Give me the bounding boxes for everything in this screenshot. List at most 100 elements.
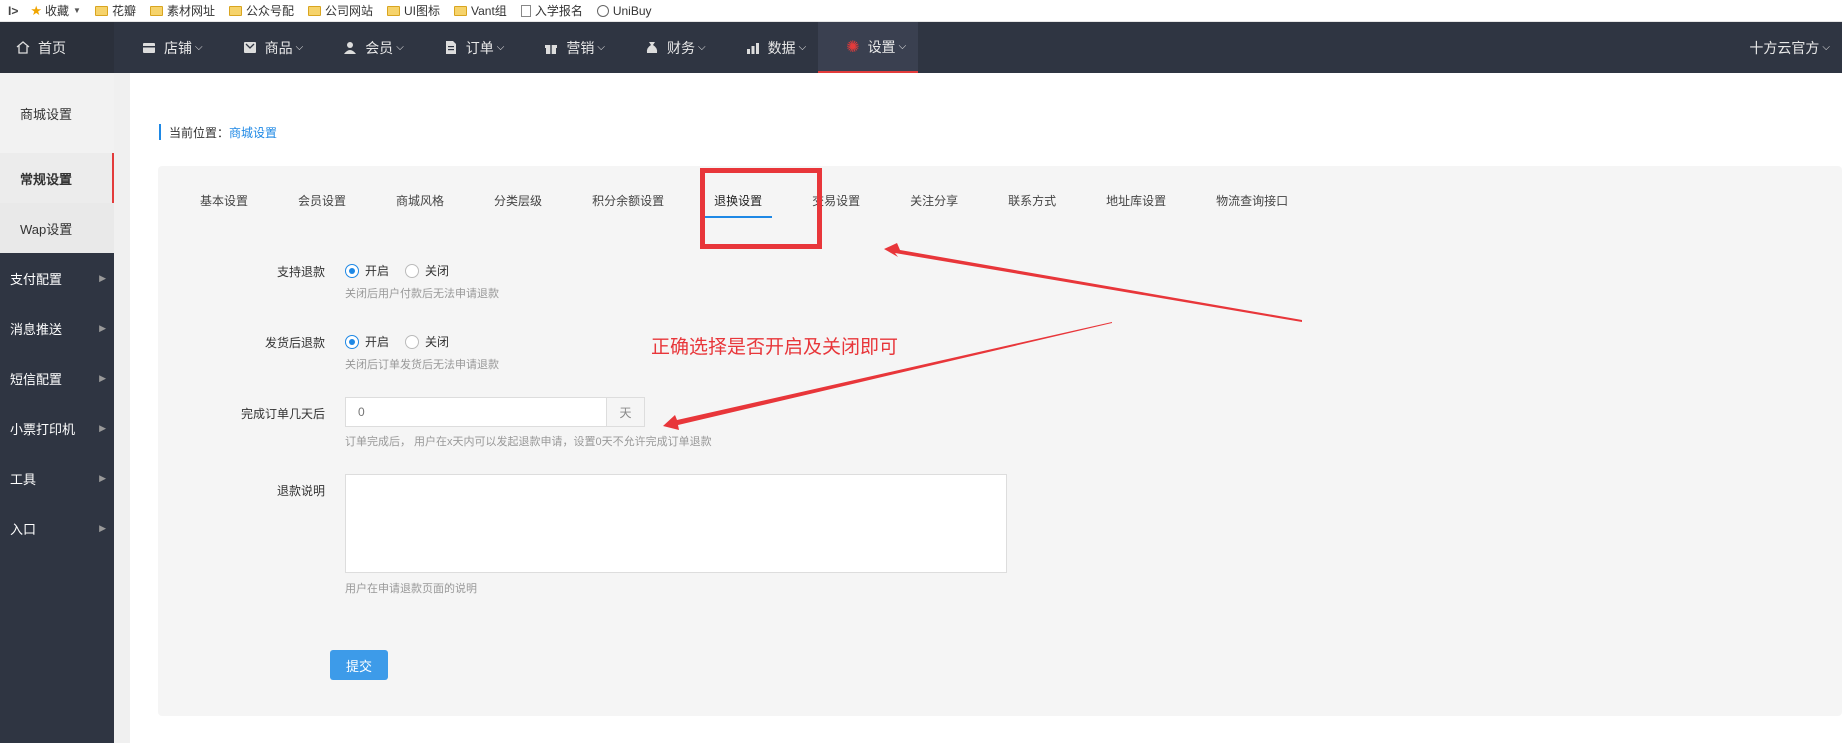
bookmarks-bar: I> ★ 收藏 ▼ 花瓣 素材网址 公众号配 公司网站 UI图标 Vant组 入…: [0, 0, 1842, 22]
gift-icon: [545, 45, 558, 54]
sidebar-group-label: 工具: [10, 471, 37, 487]
desc-label: 退款说明: [276, 484, 325, 498]
bookmark-label: 公司网站: [324, 4, 373, 18]
content-gutter: [114, 73, 130, 743]
sidebar-item-wap-settings[interactable]: Wap设置: [0, 203, 114, 253]
refund-on-radio[interactable]: [345, 263, 359, 278]
chevron-down-icon: ⌵: [295, 42, 304, 53]
bookmark-label: 入学报名: [534, 4, 583, 18]
refund-off-radio[interactable]: [405, 263, 420, 278]
user-icon: [344, 42, 357, 54]
nav-store[interactable]: 店铺 ⌵: [114, 22, 215, 73]
nav-label: 营销: [566, 39, 595, 56]
desc-textarea[interactable]: [345, 474, 1007, 573]
breadcrumb: 当前位置： 商城设置: [159, 124, 277, 140]
chevron-down-icon: ⌵: [1822, 42, 1830, 53]
bookmark-label: UniBuy: [612, 3, 652, 18]
folder-icon: [387, 5, 400, 16]
folder-icon: [228, 5, 242, 16]
nav-data[interactable]: 数据 ⌵: [718, 22, 819, 73]
nav-label: 财务: [666, 39, 695, 56]
gear-icon: ✺: [846, 38, 860, 56]
days-hint: 订单完成后， 用户在x天内可以发起退款申请，设置0天不允许完成订单退款: [345, 436, 712, 448]
nav-label: 订单: [465, 39, 494, 56]
tab-contact[interactable]: 联系方式: [1008, 182, 1056, 218]
top-navigation: 首页 店铺 ⌵ 商品 ⌵ 会员 ⌵ 订单 ⌵ 营销 ⌵ 财务 ⌵ 数据 ⌵ ✺ 设置 ⌵ 十方云…: [0, 22, 1842, 73]
tab-basic[interactable]: 基本设置: [200, 182, 248, 218]
caret-right-icon: ▶: [99, 522, 106, 533]
sidebar-group-sms[interactable]: 短信配置 ▶: [0, 353, 114, 403]
desc-hint: 用户在申请退款页面的说明: [345, 583, 477, 595]
sidebar-group-messages[interactable]: 消息推送 ▶: [0, 303, 114, 353]
annotation-text: 正确选择是否开启及关闭即可: [651, 337, 899, 358]
sidebar-item-label: 常规设置: [20, 171, 73, 187]
nav-order[interactable]: 订单 ⌵: [416, 22, 517, 73]
home-icon: [16, 41, 30, 54]
nav-goods[interactable]: 商品 ⌵: [215, 22, 316, 73]
sidebar-group-tools[interactable]: 工具 ▶: [0, 453, 114, 503]
chevron-down-icon: ⌵: [396, 42, 404, 53]
tab-category[interactable]: 分类层级: [494, 182, 542, 218]
goods-icon: [243, 42, 256, 53]
radio-label[interactable]: 开启: [365, 262, 389, 279]
nav-member[interactable]: 会员 ⌵: [315, 22, 416, 73]
bookmark-folder[interactable]: UI图标: [387, 2, 440, 19]
account-menu[interactable]: 十方云官方 ⌵: [1749, 22, 1842, 73]
ship-refund-off-radio[interactable]: [405, 334, 420, 349]
bookmark-page[interactable]: UniBuy: [596, 3, 652, 18]
radio-label[interactable]: 开启: [365, 333, 389, 350]
document-icon: [520, 4, 531, 17]
tab-address[interactable]: 地址库设置: [1106, 182, 1166, 218]
folder-icon: [454, 5, 468, 16]
nav-marketing[interactable]: 营销 ⌵: [516, 22, 617, 73]
star-icon: ★: [30, 2, 42, 18]
nav-finance[interactable]: 财务 ⌵: [617, 22, 718, 73]
caret-down-icon: ▼: [73, 6, 81, 15]
chevron-down-icon: ⌵: [496, 42, 505, 53]
tab-style[interactable]: 商城风格: [396, 182, 444, 218]
breadcrumb-link[interactable]: 商城设置: [229, 124, 277, 141]
folder-icon: [149, 5, 163, 16]
refund-label: 支持退款: [276, 265, 325, 279]
bookmark-favorites[interactable]: ★ 收藏 ▼: [30, 2, 81, 19]
bookmark-label: Vant组: [471, 4, 507, 18]
refund-hint: 关闭后用户付款后无法申请退款: [345, 288, 499, 300]
bookmark-folder[interactable]: 花瓣: [94, 2, 136, 19]
radio-label[interactable]: 关闭: [425, 333, 449, 350]
tab-member[interactable]: 会员设置: [298, 182, 346, 218]
bookmark-label: 素材网址: [166, 4, 215, 18]
order-icon: [445, 41, 456, 54]
caret-right-icon: ▶: [99, 472, 106, 483]
ship-refund-on-radio[interactable]: [345, 334, 359, 349]
sidebar-group-printer[interactable]: 小票打印机 ▶: [0, 403, 114, 453]
tab-points[interactable]: 积分余额设置: [592, 182, 664, 218]
bookmark-folder[interactable]: 素材网址: [149, 2, 215, 19]
tab-logistics[interactable]: 物流查询接口: [1216, 182, 1288, 218]
submit-button[interactable]: 提交: [330, 650, 388, 680]
bar-chart-icon: [746, 43, 759, 54]
sidebar-item-label: Wap设置: [20, 221, 73, 237]
annotation-highlight-box: [700, 168, 822, 249]
sidebar-toggle-icon[interactable]: I>: [8, 4, 18, 18]
store-icon: [143, 43, 155, 53]
bookmark-folder[interactable]: Vant组: [454, 2, 507, 19]
sidebar-submenu: 商城设置 常规设置 Wap设置: [0, 73, 114, 253]
radio-label[interactable]: 关闭: [425, 262, 449, 279]
sidebar-group-payment[interactable]: 支付配置 ▶: [0, 253, 114, 303]
bookmark-folder[interactable]: 公司网站: [307, 2, 373, 19]
nav-settings[interactable]: ✺ 设置 ⌵: [818, 22, 919, 73]
bookmark-folder[interactable]: 公众号配: [228, 2, 294, 19]
days-input[interactable]: [345, 397, 607, 427]
caret-right-icon: ▶: [99, 322, 106, 333]
sidebar-item-general-settings[interactable]: 常规设置: [0, 153, 114, 203]
tab-share[interactable]: 关注分享: [910, 182, 958, 218]
sidebar-item-mall-settings[interactable]: 商城设置: [0, 73, 114, 153]
sidebar-group-entry[interactable]: 入口 ▶: [0, 503, 114, 553]
nav-label: 商品: [264, 39, 293, 56]
caret-right-icon: ▶: [99, 422, 106, 433]
sidebar-group-label: 入口: [10, 521, 37, 537]
nav-home[interactable]: 首页: [0, 22, 114, 73]
bookmark-label: 公众号配: [245, 4, 294, 18]
globe-icon: [596, 4, 609, 17]
bookmark-page[interactable]: 入学报名: [520, 2, 583, 19]
